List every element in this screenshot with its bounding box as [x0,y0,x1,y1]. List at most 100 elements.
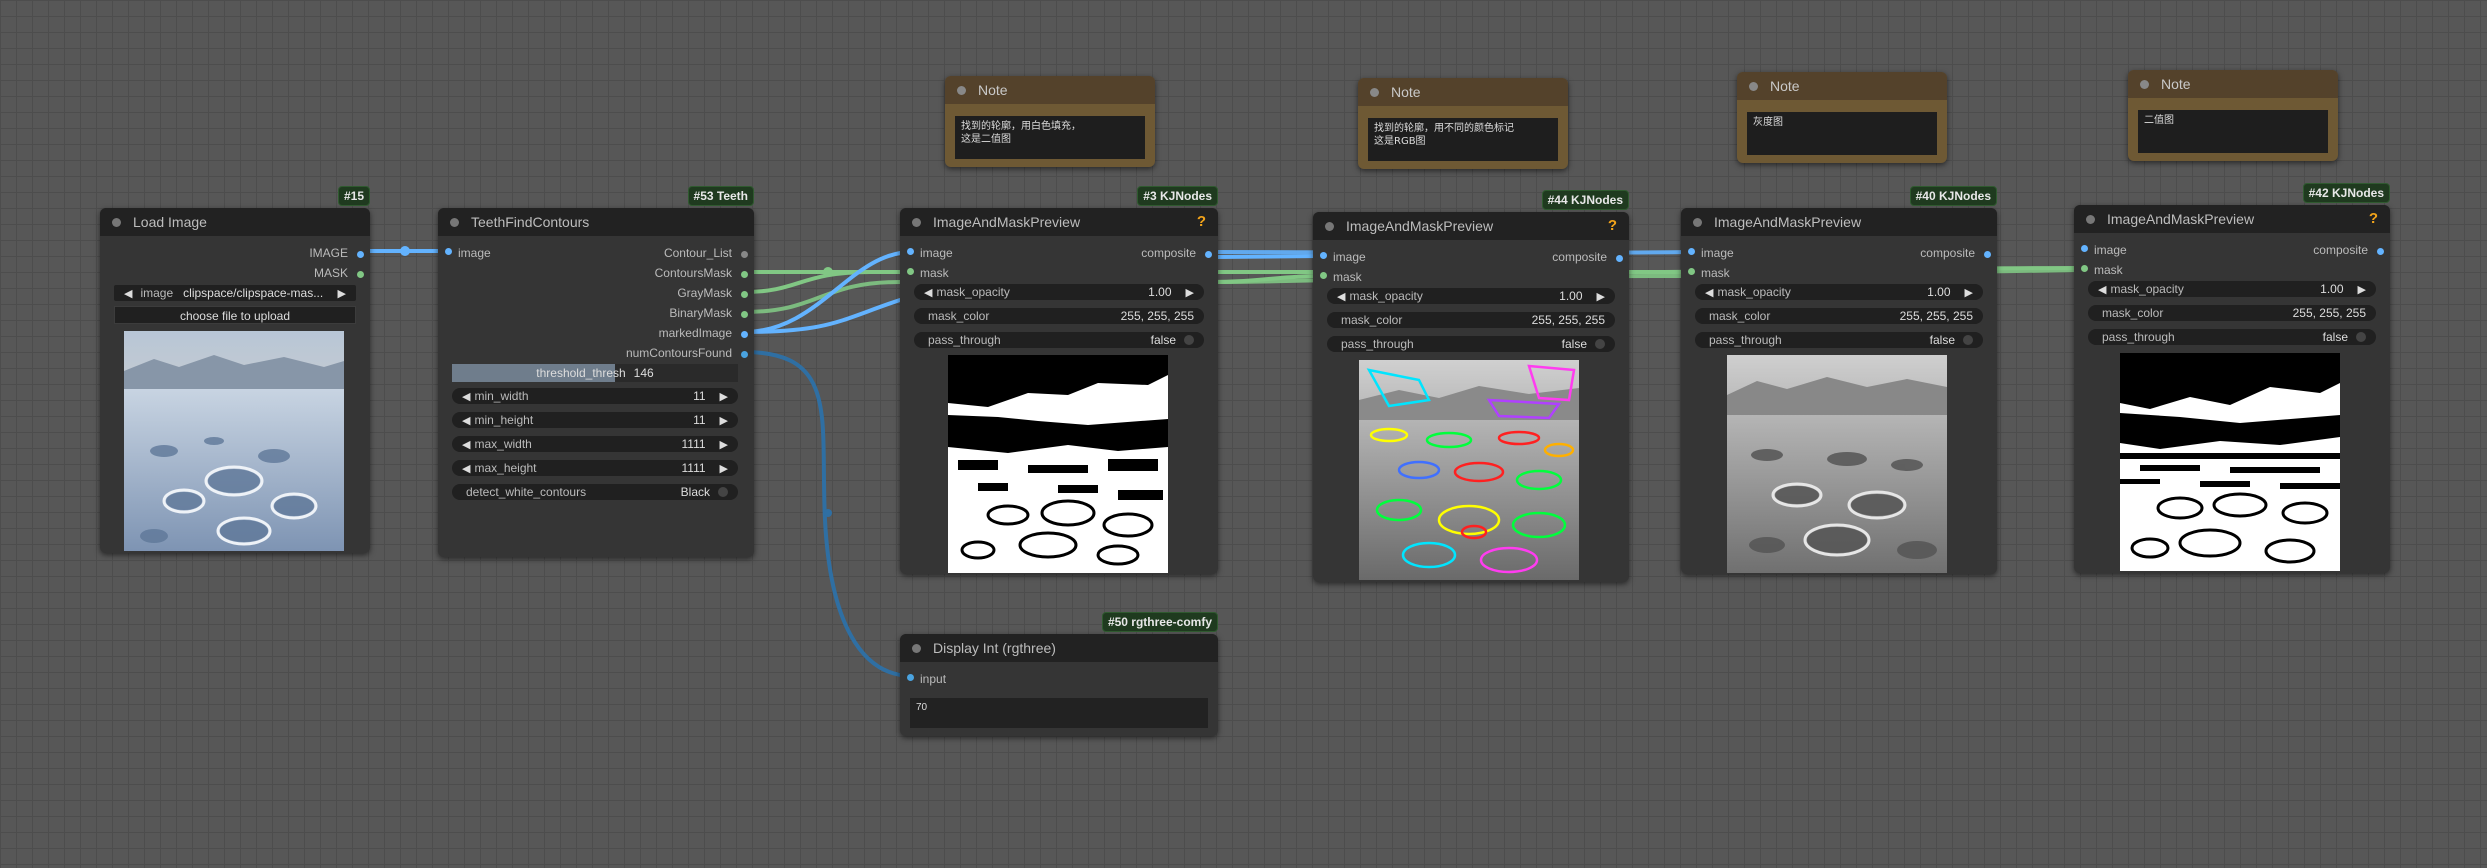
collapse-dot-icon[interactable] [912,217,921,227]
pass-through-toggle[interactable]: pass_through false [1695,332,1983,348]
output-socket-binary-mask[interactable] [741,311,748,318]
mask-color-widget[interactable]: mask_color 255, 255, 255 [2088,305,2376,321]
arrow-right-icon[interactable]: ▶ [2358,283,2366,296]
mask-color-widget[interactable]: mask_color 255, 255, 255 [1327,312,1615,328]
image-mask-preview-node-40[interactable]: #40 KJNodes ImageAndMaskPreview image ma… [1681,186,1997,574]
input-socket-mask[interactable] [907,268,914,275]
teeth-find-contours-node[interactable]: #53 Teeth TeethFindContours image Contou… [438,186,754,557]
output-socket-composite[interactable] [2377,248,2384,255]
input-socket-image[interactable] [1320,252,1327,259]
output-socket-contours-mask[interactable] [741,271,748,278]
input-socket-mask[interactable] [2081,265,2088,272]
help-icon[interactable]: ? [1608,217,1617,234]
mask-opacity-widget[interactable]: ◀ mask_opacity 1.00 ▶ [914,284,1204,300]
widget-label: mask_color [1709,309,1771,323]
node-id-badge: #15 [337,186,370,206]
help-icon[interactable]: ? [1197,213,1206,230]
collapse-dot-icon[interactable] [2086,214,2095,224]
toggle-knob[interactable] [2356,332,2366,342]
mask-color-widget[interactable]: mask_color 255, 255, 255 [1695,308,1983,324]
min-height-widget[interactable]: ◀ min_height 11 ▶ [452,412,738,428]
mask-opacity-widget[interactable]: ◀ mask_opacity 1.00 ▶ [1695,284,1983,300]
image-mask-preview-node-44[interactable]: #44 KJNodes ImageAndMaskPreview ? image … [1313,190,1629,582]
image-select-widget[interactable]: ◀ image clipspace/clipspace-mas... ▶ [114,285,356,301]
arrow-left-icon[interactable]: ◀ [1337,290,1345,303]
input-socket-image[interactable] [907,248,914,255]
upload-button[interactable]: choose file to upload [114,306,356,324]
image-mask-preview-node-42[interactable]: #42 KJNodes ImageAndMaskPreview ? image … [2074,183,2390,573]
threshold-slider[interactable]: threshold_thresh 146 [452,364,738,382]
output-socket-contour-list[interactable] [741,251,748,258]
pass-through-toggle[interactable]: pass_through false [2088,329,2376,345]
collapse-dot-icon[interactable] [112,217,121,227]
arrow-left-icon[interactable]: ◀ [924,286,932,299]
arrow-right-icon[interactable]: ▶ [1186,286,1194,299]
image-mask-preview-node-3[interactable]: #3 KJNodes ImageAndMaskPreview ? image m… [900,186,1218,574]
note-text[interactable]: 二值图 [2138,110,2328,153]
arrow-left-icon[interactable]: ◀ [462,390,470,403]
widget-value: false [1561,337,1587,351]
input-label-mask: mask [920,266,949,280]
arrow-left-icon[interactable]: ◀ [462,462,470,475]
widget-label: image [140,286,174,300]
note-text[interactable]: 灰度图 [1747,112,1937,155]
display-int-node[interactable]: #50 rgthree-comfy Display Int (rgthree) … [900,612,1218,736]
arrow-right-icon[interactable]: ▶ [1965,286,1973,299]
detect-white-contours-toggle[interactable]: detect_white_contours Black [452,484,738,500]
output-socket-composite[interactable] [1616,255,1623,262]
note-text[interactable]: 找到的轮廓，用白色填充， 这是二值图 [955,116,1145,159]
input-socket-mask[interactable] [1688,268,1695,275]
output-socket-composite[interactable] [1984,251,1991,258]
arrow-right-icon[interactable]: ▶ [1597,290,1605,303]
widget-value: false [1150,333,1176,347]
arrow-left-icon[interactable]: ◀ [1705,286,1713,299]
widget-label: mask_opacity [1349,289,1423,303]
mask-opacity-widget[interactable]: ◀ mask_opacity 1.00 ▶ [2088,281,2376,297]
output-socket-composite[interactable] [1205,251,1212,258]
note-gray[interactable]: Note 灰度图 [1737,72,1947,163]
toggle-knob[interactable] [1963,335,1973,345]
note-text[interactable]: 找到的轮廓，用不同的颜色标记 这是RGB图 [1368,118,1558,161]
min-width-widget[interactable]: ◀ min_width 11 ▶ [452,388,738,404]
collapse-dot-icon[interactable] [450,217,459,227]
mask-color-widget[interactable]: mask_color 255, 255, 255 [914,308,1204,324]
input-label-mask: mask [1333,270,1362,284]
max-height-widget[interactable]: ◀ max_height 1111 ▶ [452,460,738,476]
arrow-right-icon[interactable]: ▶ [720,414,728,427]
note-rgb-contours[interactable]: Note 找到的轮廓，用不同的颜色标记 这是RGB图 [1358,78,1568,169]
output-socket-gray-mask[interactable] [741,291,748,298]
load-image-node[interactable]: #15 Load Image IMAGE MASK ◀ image clipsp… [100,186,370,553]
output-socket-image[interactable] [357,251,364,258]
toggle-knob[interactable] [718,487,728,497]
collapse-dot-icon[interactable] [912,643,921,653]
input-socket-input[interactable] [907,674,914,681]
input-socket-image[interactable] [2081,245,2088,252]
input-label-image: image [2094,243,2127,257]
arrow-left-icon[interactable]: ◀ [2098,283,2106,296]
arrow-right-icon[interactable]: ▶ [338,287,346,300]
arrow-left-icon[interactable]: ◀ [462,438,470,451]
toggle-knob[interactable] [1595,339,1605,349]
arrow-right-icon[interactable]: ▶ [720,390,728,403]
arrow-right-icon[interactable]: ▶ [720,438,728,451]
input-socket-mask[interactable] [1320,272,1327,279]
output-socket-mask[interactable] [357,271,364,278]
note-binary-fill[interactable]: Note 找到的轮廓，用白色填充， 这是二值图 [945,76,1155,167]
output-socket-marked-image[interactable] [741,331,748,338]
collapse-dot-icon[interactable] [1325,221,1334,231]
input-socket-image[interactable] [445,248,452,255]
collapse-dot-icon[interactable] [1693,217,1702,227]
help-icon[interactable]: ? [2369,210,2378,227]
arrow-left-icon[interactable]: ◀ [462,414,470,427]
note-title: Note [1391,84,1421,100]
arrow-right-icon[interactable]: ▶ [720,462,728,475]
output-socket-num-contours[interactable] [741,351,748,358]
input-socket-image[interactable] [1688,248,1695,255]
max-width-widget[interactable]: ◀ max_width 1111 ▶ [452,436,738,452]
mask-opacity-widget[interactable]: ◀ mask_opacity 1.00 ▶ [1327,288,1615,304]
toggle-knob[interactable] [1184,335,1194,345]
note-binary[interactable]: Note 二值图 [2128,70,2338,161]
pass-through-toggle[interactable]: pass_through false [1327,336,1615,352]
arrow-left-icon[interactable]: ◀ [124,287,132,300]
pass-through-toggle[interactable]: pass_through false [914,332,1204,348]
